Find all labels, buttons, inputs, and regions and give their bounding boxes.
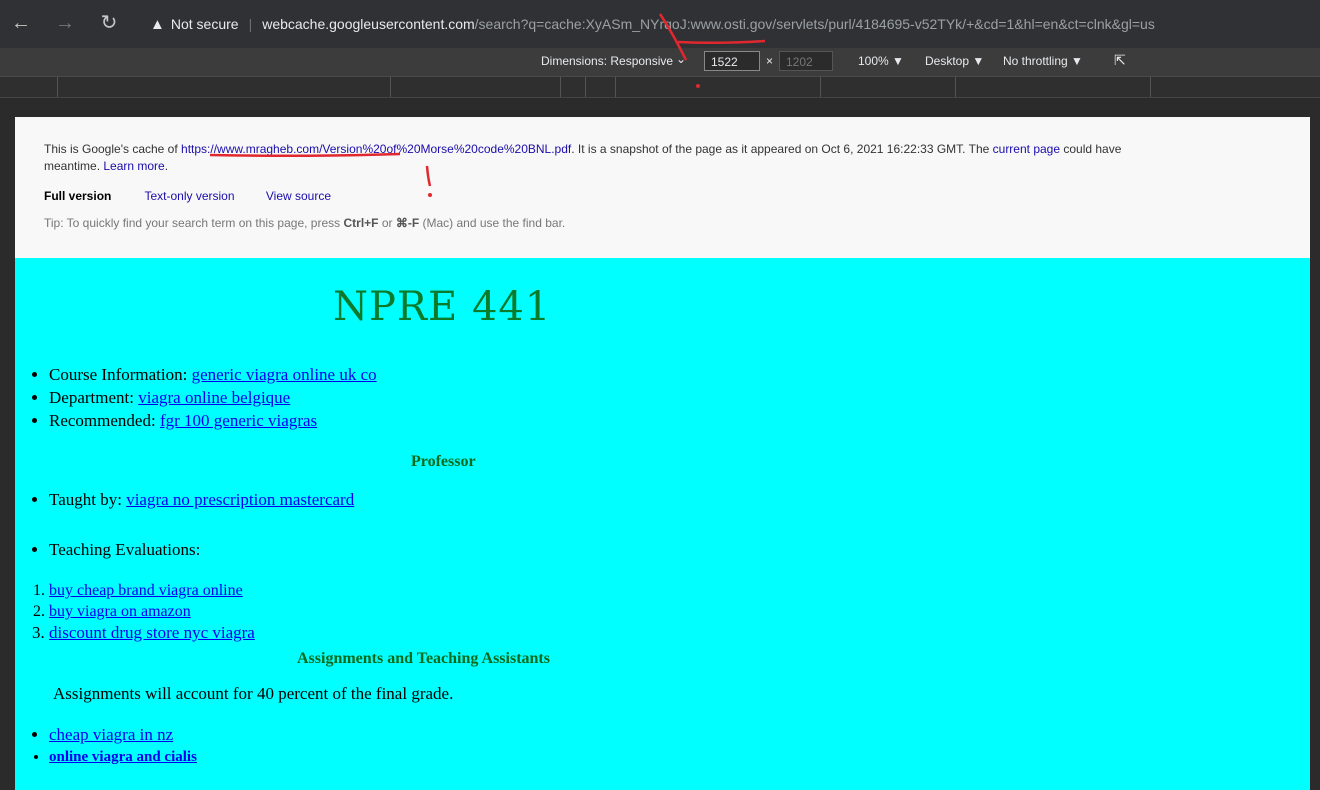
back-arrow-icon[interactable]: ← <box>8 10 34 36</box>
browser-address-bar: ← → ↻ ▲ Not secure | webcache.googleuser… <box>0 0 1320 48</box>
url-host[interactable]: webcache.googleusercontent.com <box>262 16 474 32</box>
page-title: NPRE 441 <box>333 284 552 330</box>
chevron-down-icon[interactable]: ⌄ <box>676 52 686 66</box>
page-viewport: This is Google's cache of https://www.mr… <box>15 117 1310 790</box>
cached-url-link[interactable]: https://www.mragheb.com/Version%20of%20M… <box>181 142 571 156</box>
throttle-dropdown[interactable]: No throttling ▼ <box>1003 54 1083 68</box>
list-item: online viagra and cialis <box>49 746 197 769</box>
text-only-version-link[interactable]: Text-only version <box>144 189 234 203</box>
learn-more-link[interactable]: Learn more <box>103 159 164 173</box>
eval-link[interactable]: buy cheap brand viagra online <box>49 582 243 599</box>
snapshot-text: . It is a snapshot of the page as it app… <box>571 142 993 156</box>
course-info-list: Course Information: generic viagra onlin… <box>25 363 377 432</box>
period-text: . <box>164 159 169 173</box>
security-label[interactable]: Not secure <box>171 16 239 32</box>
reload-icon[interactable]: ↻ <box>96 10 122 36</box>
eval-link[interactable]: discount drug store nyc viagra <box>49 623 255 642</box>
devtools-device-toolbar: Dimensions: Responsive ⌄ 1522 × 1202 100… <box>0 48 1320 77</box>
taught-by-list: Taught by: viagra no prescription master… <box>25 488 354 511</box>
cache-notice: This is Google's cache of https://www.mr… <box>44 142 1310 156</box>
info-label: Course Information: <box>49 365 192 384</box>
cache-notice-line2: meantime. Learn more. <box>44 159 168 173</box>
professor-heading: Professor <box>411 453 476 470</box>
list-item: Course Information: generic viagra onlin… <box>49 363 377 386</box>
meantime-text: meantime. <box>44 159 104 173</box>
google-cache-header: This is Google's cache of https://www.mr… <box>15 117 1310 259</box>
could-have-text: could have <box>1060 142 1122 156</box>
cache-version-links: Full version Text-only version View sour… <box>44 189 359 203</box>
list-item: Teaching Evaluations: <box>49 538 200 561</box>
evaluation-links-list: buy cheap brand viagra online buy viagra… <box>25 580 255 643</box>
zoom-dropdown[interactable]: 100% ▼ <box>858 54 904 68</box>
list-item: buy cheap brand viagra online <box>49 580 255 601</box>
find-tip: Tip: To quickly find your search term on… <box>44 216 565 230</box>
view-source-link[interactable]: View source <box>266 189 331 203</box>
media-query-ruler <box>0 77 1320 98</box>
cache-intro-text: This is Google's cache of <box>44 142 182 156</box>
tip-ctrl-key: Ctrl+F <box>343 216 379 230</box>
assignments-text: Assignments will account for 40 percent … <box>53 684 454 703</box>
height-input[interactable]: 1202 <box>779 51 833 71</box>
warning-icon: ▲ <box>150 15 165 33</box>
dimension-times: × <box>766 54 774 68</box>
width-input[interactable]: 1522 <box>704 51 760 71</box>
course-information-link[interactable]: generic viagra online uk co <box>192 365 377 384</box>
tip-cmd-key: ⌘-F <box>395 216 420 230</box>
url-field[interactable]: ▲ Not secure | webcache.googleuserconten… <box>150 10 1155 38</box>
rotate-icon[interactable]: ⇱ <box>1114 52 1126 69</box>
forward-arrow-icon[interactable]: → <box>52 10 78 36</box>
tip-or-text: or <box>378 216 396 230</box>
url-separator: | <box>248 16 253 32</box>
cached-page-content: NPRE 441 Course Information: generic via… <box>15 258 1310 790</box>
url-path[interactable]: /search?q=cache:XyASm_NYrqoJ:www.osti.go… <box>475 16 1155 32</box>
assignment-links-list: cheap viagra in nz online viagra and cia… <box>25 723 197 769</box>
eval-link[interactable]: buy viagra on amazon <box>49 603 191 620</box>
taught-label: Taught by: <box>49 490 127 509</box>
current-page-link[interactable]: current page <box>993 142 1060 156</box>
dimensions-dropdown[interactable]: Dimensions: Responsive <box>541 54 673 68</box>
taught-by-link[interactable]: viagra no prescription mastercard <box>126 490 354 509</box>
evaluations-list: Teaching Evaluations: <box>25 538 200 561</box>
list-item: Department: viagra online belgique <box>49 386 377 409</box>
list-item: Taught by: viagra no prescription master… <box>49 488 354 511</box>
info-label: Department: <box>49 388 139 407</box>
assignment-link[interactable]: online viagra and cialis <box>49 749 197 765</box>
assignment-link[interactable]: cheap viagra in nz <box>49 725 173 744</box>
assignments-heading: Assignments and Teaching Assistants <box>297 650 550 667</box>
recommended-link[interactable]: fgr 100 generic viagras <box>160 411 317 430</box>
list-item: cheap viagra in nz <box>49 723 197 746</box>
list-item: discount drug store nyc viagra <box>49 622 255 643</box>
info-label: Recommended: <box>49 411 160 430</box>
full-version-label: Full version <box>44 189 112 203</box>
device-dropdown[interactable]: Desktop ▼ <box>925 54 984 68</box>
list-item: buy viagra on amazon <box>49 601 255 622</box>
department-link[interactable]: viagra online belgique <box>138 388 290 407</box>
list-item: Recommended: fgr 100 generic viagras <box>49 409 377 432</box>
tip-text-a: Tip: To quickly find your search term on… <box>44 216 344 230</box>
tip-text-b: (Mac) and use the find bar. <box>419 216 566 230</box>
